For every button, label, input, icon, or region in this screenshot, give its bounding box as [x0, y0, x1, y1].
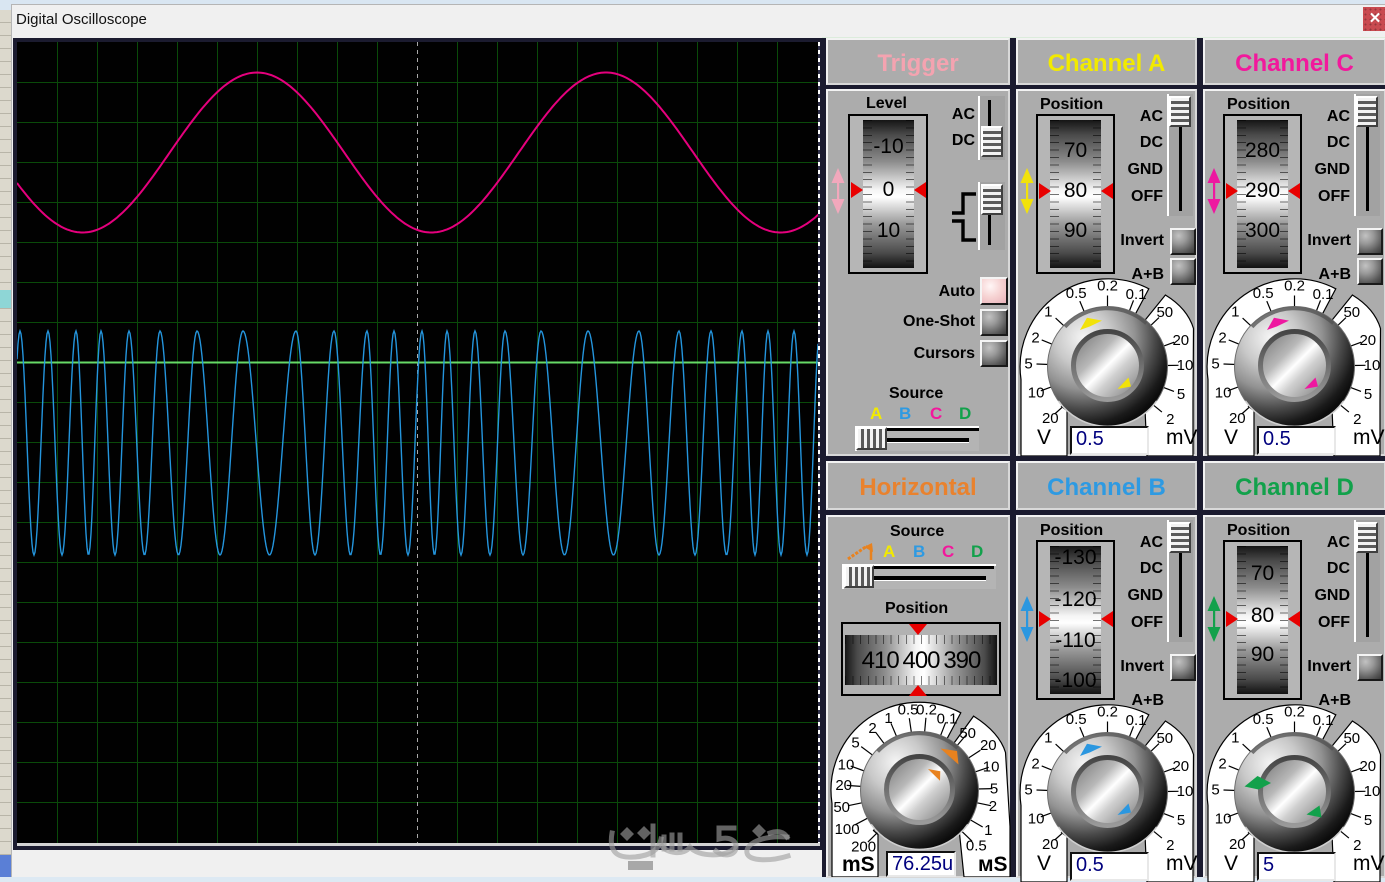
svg-text:5: 5 [1024, 356, 1032, 373]
svg-text:20: 20 [1172, 758, 1189, 775]
svg-text:2: 2 [1218, 329, 1226, 346]
svg-text:0.1: 0.1 [1313, 712, 1334, 729]
svg-text:0.2: 0.2 [1097, 704, 1118, 720]
svg-text:0.2: 0.2 [1284, 278, 1305, 294]
svg-text:20: 20 [980, 737, 997, 754]
svg-text:5: 5 [1177, 812, 1185, 829]
svg-text:20: 20 [1359, 332, 1376, 349]
svg-text:0.1: 0.1 [937, 711, 958, 728]
svg-text:10: 10 [1028, 810, 1045, 827]
svg-text:2: 2 [1218, 755, 1226, 772]
svg-text:0.5: 0.5 [1253, 285, 1274, 302]
svg-text:0.1: 0.1 [1126, 286, 1147, 303]
svg-text:0.2: 0.2 [1097, 278, 1118, 294]
svg-text:20: 20 [1359, 758, 1376, 775]
svg-text:2: 2 [989, 798, 997, 815]
svg-text:1: 1 [1044, 729, 1052, 746]
svg-text:1: 1 [1044, 303, 1052, 320]
svg-text:5: 5 [1177, 386, 1185, 403]
svg-text:50: 50 [959, 725, 976, 742]
svg-text:10: 10 [1177, 357, 1194, 374]
svg-text:0.5: 0.5 [1253, 711, 1274, 728]
svg-text:50: 50 [1343, 304, 1360, 321]
svg-text:10: 10 [1215, 384, 1232, 401]
svg-text:10: 10 [1364, 783, 1381, 800]
svg-text:2: 2 [868, 720, 876, 737]
svg-text:10: 10 [838, 756, 855, 773]
svg-text:50: 50 [1156, 730, 1173, 747]
svg-text:0.5: 0.5 [966, 837, 987, 854]
svg-text:5: 5 [1364, 386, 1372, 403]
svg-text:50: 50 [1156, 304, 1173, 321]
svg-text:100: 100 [835, 821, 860, 838]
svg-text:5: 5 [990, 780, 998, 797]
svg-text:1: 1 [1231, 729, 1239, 746]
svg-text:1: 1 [1231, 303, 1239, 320]
svg-text:10: 10 [1028, 384, 1045, 401]
svg-text:10: 10 [1215, 810, 1232, 827]
svg-text:0.2: 0.2 [1284, 704, 1305, 720]
svg-text:20: 20 [1229, 410, 1246, 427]
svg-text:20: 20 [835, 777, 852, 794]
svg-text:0.5: 0.5 [1066, 711, 1087, 728]
svg-text:5: 5 [851, 734, 859, 751]
svg-text:2: 2 [1031, 755, 1039, 772]
svg-text:10: 10 [1177, 783, 1194, 800]
svg-text:20: 20 [1042, 836, 1059, 853]
svg-text:10: 10 [983, 758, 1000, 775]
svg-text:2: 2 [1031, 329, 1039, 346]
svg-text:0.5: 0.5 [1066, 285, 1087, 302]
svg-text:5: 5 [1211, 356, 1219, 373]
svg-text:5: 5 [1024, 782, 1032, 799]
svg-text:0.1: 0.1 [1313, 286, 1334, 303]
svg-text:20: 20 [1042, 410, 1059, 427]
svg-text:50: 50 [1343, 730, 1360, 747]
svg-text:20: 20 [1172, 332, 1189, 349]
svg-text:5: 5 [1364, 812, 1372, 829]
svg-text:1: 1 [884, 710, 892, 727]
svg-text:50: 50 [833, 799, 850, 816]
svg-text:0.1: 0.1 [1126, 712, 1147, 729]
svg-text:20: 20 [1229, 836, 1246, 853]
svg-text:0.2: 0.2 [916, 701, 937, 718]
svg-text:5: 5 [1211, 782, 1219, 799]
svg-text:10: 10 [1364, 357, 1381, 374]
